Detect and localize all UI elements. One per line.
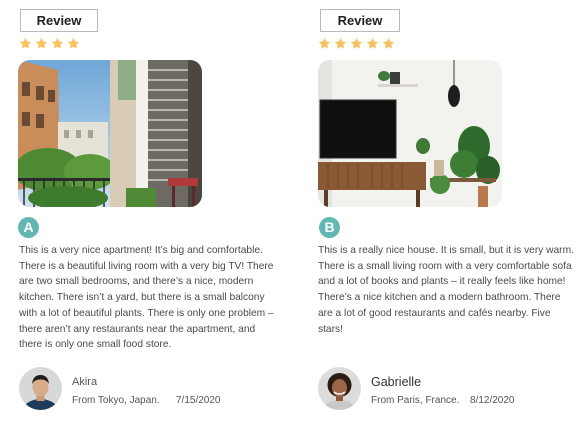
star-icon <box>67 37 80 49</box>
star-icon <box>51 37 64 49</box>
balcony-street-photo <box>18 60 202 207</box>
author-name: Gabrielle <box>371 375 422 389</box>
review-badge: A <box>18 217 39 238</box>
review-text: This is a really nice house. It is small… <box>318 245 574 335</box>
review-badge: B <box>319 217 340 238</box>
star-icon <box>334 37 347 49</box>
woman-avatar <box>318 367 361 410</box>
author-location: From Paris, France. <box>371 395 460 406</box>
living-room-photo <box>318 60 502 207</box>
review-card-a: Review A This is a very nice apartment! … <box>18 0 278 424</box>
review-card-b: Review B This is a really nice house. It… <box>317 0 577 424</box>
star-icon <box>19 37 32 49</box>
star-rating <box>19 37 80 50</box>
star-icon <box>35 37 48 49</box>
review-date: 8/12/2020 <box>470 395 515 406</box>
star-icon <box>382 37 395 49</box>
review-button[interactable]: Review <box>320 9 400 32</box>
review-date: 7/15/2020 <box>176 395 221 406</box>
star-icon <box>318 37 331 49</box>
author-location: From Tokyo, Japan. <box>72 395 160 406</box>
star-rating <box>318 37 395 50</box>
review-button[interactable]: Review <box>20 9 98 32</box>
man-avatar <box>19 367 62 410</box>
author-name: Akira <box>72 376 98 388</box>
review-text: This is a very nice apartment! It’s big … <box>19 245 274 351</box>
star-icon <box>350 37 363 49</box>
star-icon <box>366 37 379 49</box>
